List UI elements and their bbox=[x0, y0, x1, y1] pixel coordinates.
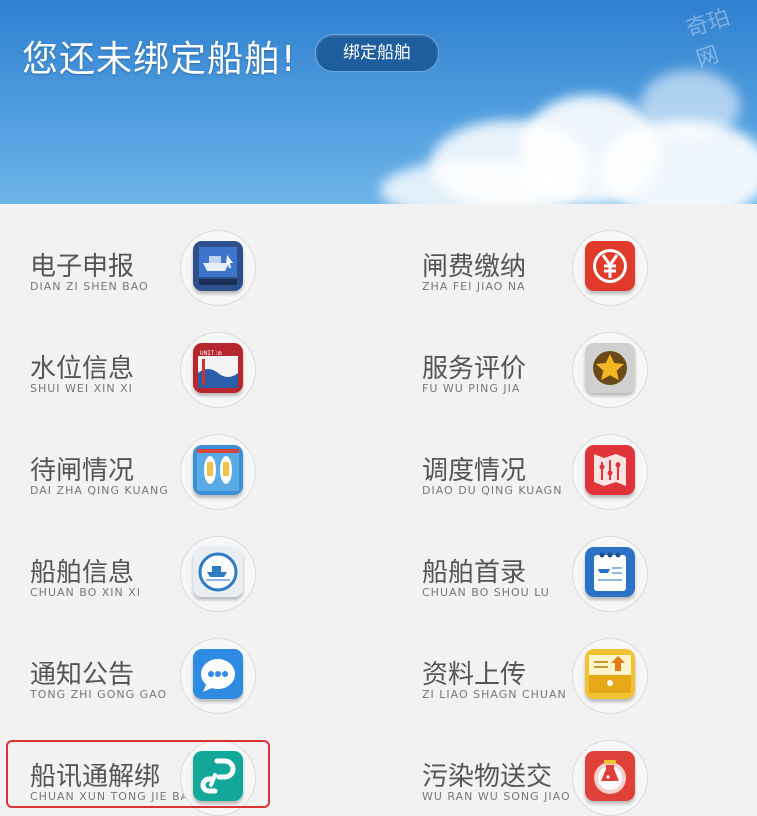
menu-item-pinyin: DIAN ZI SHEN BAO bbox=[30, 280, 149, 293]
watermark: 奇珀网 bbox=[683, 4, 734, 73]
yuan-icon bbox=[585, 241, 635, 291]
selection-highlight bbox=[6, 740, 270, 808]
menu-item-pinyin: WU RAN WU SONG JIAO bbox=[422, 790, 571, 803]
menu-item-pinyin: TONG ZHI GONG GAO bbox=[30, 688, 168, 701]
menu-item-label: 资料上传 bbox=[422, 660, 527, 690]
menu-item-notice[interactable]: 通知公告 TONG ZHI GONG GAO bbox=[0, 612, 330, 714]
page-title: 您还未绑定船舶! bbox=[22, 39, 297, 80]
menu-item-pinyin: SHUI WEI XIN XI bbox=[30, 382, 133, 395]
menu-item-label: 污染物送交 bbox=[422, 762, 553, 792]
menu-item-electronic-report[interactable]: 电子申报 DIAN ZI SHEN BAO bbox=[0, 204, 330, 306]
menu-item-label: 待闸情况 bbox=[30, 456, 135, 486]
chat-icon bbox=[193, 649, 243, 699]
star-icon bbox=[585, 343, 635, 393]
menu-item-service-rating[interactable]: 服务评价 FU WU PING JIA bbox=[392, 306, 722, 408]
lock-wait-icon bbox=[193, 445, 243, 495]
menu-item-label: 水位信息 bbox=[30, 354, 135, 384]
bind-ship-button[interactable]: 绑定船舶 bbox=[315, 34, 439, 72]
menu-item-pinyin: ZHA FEI JIAO NA bbox=[422, 280, 526, 293]
menu-item-ship-record[interactable]: 船舶首录 CHUAN BO SHOU LU bbox=[392, 510, 722, 612]
svg-text:UNIT:m: UNIT:m bbox=[200, 350, 222, 357]
upload-icon bbox=[585, 649, 635, 699]
menu-item-pinyin: ZI LIAO SHAGN CHUAN bbox=[422, 688, 567, 701]
menu-item-pinyin: FU WU PING JIA bbox=[422, 382, 521, 395]
menu-item-label: 船舶首录 bbox=[422, 558, 527, 588]
ship-report-icon bbox=[193, 241, 243, 291]
menu-item-lock-waiting[interactable]: 待闸情况 DAI ZHA QING KUANG bbox=[0, 408, 330, 510]
menu-item-label: 船舶信息 bbox=[30, 558, 135, 588]
water-level-icon: UNIT:m bbox=[193, 343, 243, 393]
menu-item-label: 闸费缴纳 bbox=[422, 252, 527, 282]
menu-item-label: 调度情况 bbox=[422, 456, 527, 486]
menu-item-label: 服务评价 bbox=[422, 354, 527, 384]
menu-item-pinyin: CHUAN BO XIN XI bbox=[30, 586, 142, 599]
menu-item-upload[interactable]: 资料上传 ZI LIAO SHAGN CHUAN bbox=[392, 612, 722, 714]
menu-item-lock-fee[interactable]: 闸费缴纳 ZHA FEI JIAO NA bbox=[392, 204, 722, 306]
menu-item-dispatch[interactable]: 调度情况 DIAO DU QING KUAGN bbox=[392, 408, 722, 510]
ship-record-icon bbox=[585, 547, 635, 597]
dispatch-icon bbox=[585, 445, 635, 495]
menu-grid: 电子申报 DIAN ZI SHEN BAO 闸费缴纳 ZHA FEI JIAO … bbox=[0, 204, 757, 816]
menu-item-ship-info[interactable]: 船舶信息 CHUAN BO XIN XI bbox=[0, 510, 330, 612]
menu-item-water-level[interactable]: 水位信息 SHUI WEI XIN XI UNIT:m bbox=[0, 306, 330, 408]
pollutant-icon bbox=[585, 751, 635, 801]
header-banner: 您还未绑定船舶! 绑定船舶 奇珀网 bbox=[0, 0, 757, 204]
menu-item-pollutant[interactable]: 污染物送交 WU RAN WU SONG JIAO bbox=[392, 714, 722, 816]
menu-item-pinyin: DIAO DU QING KUAGN bbox=[422, 484, 563, 497]
menu-item-pinyin: CHUAN BO SHOU LU bbox=[422, 586, 550, 599]
menu-item-label: 电子申报 bbox=[30, 252, 135, 282]
menu-item-pinyin: DAI ZHA QING KUANG bbox=[30, 484, 169, 497]
ship-info-icon bbox=[193, 547, 243, 597]
menu-item-label: 通知公告 bbox=[30, 660, 135, 690]
